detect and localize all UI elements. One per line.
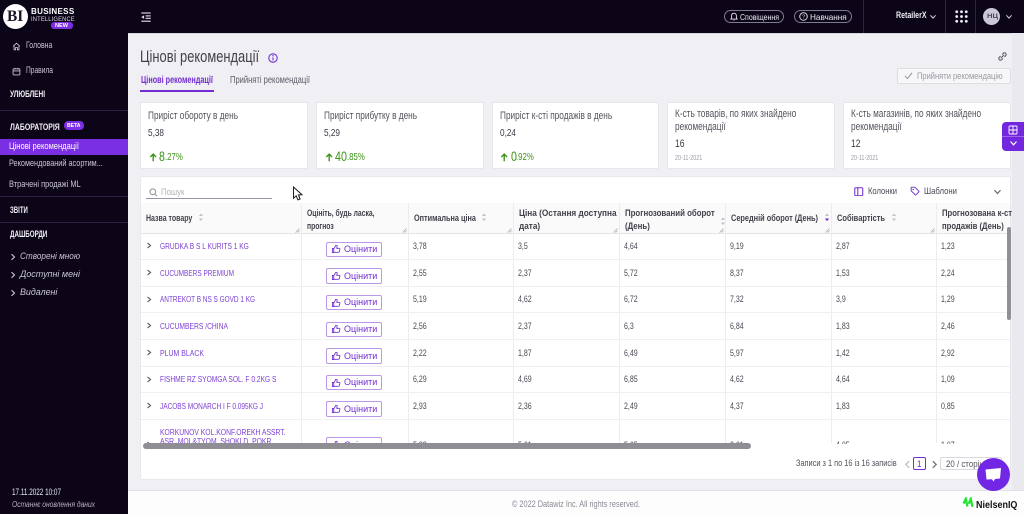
svg-text:?: ? xyxy=(802,15,805,21)
